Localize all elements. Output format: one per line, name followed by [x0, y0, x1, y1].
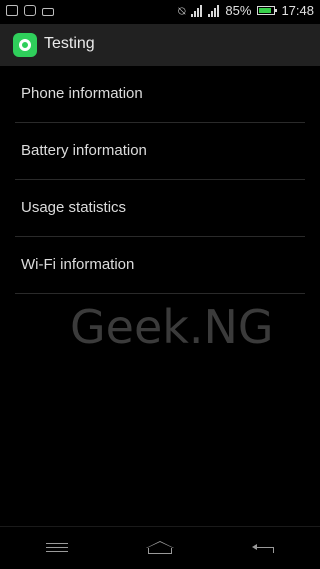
- menu-button[interactable]: [37, 535, 77, 561]
- message-icon: [24, 5, 36, 16]
- list-item-label: Phone information: [21, 85, 143, 102]
- app-icon[interactable]: [13, 33, 37, 57]
- vibrate-icon: ⍉: [178, 3, 186, 18]
- list-item-label: Usage statistics: [21, 199, 127, 216]
- action-bar: Testing: [0, 24, 320, 66]
- battery-icon: [257, 6, 278, 15]
- list-item-label: Battery information: [21, 142, 147, 159]
- back-icon: [252, 542, 276, 554]
- list-item-phone-information[interactable]: Phone information: [15, 66, 305, 123]
- back-button[interactable]: [244, 535, 284, 561]
- system-icons: ⍉ 85% 17:48: [178, 3, 314, 18]
- home-icon: [146, 541, 174, 555]
- home-button[interactable]: [140, 535, 180, 561]
- battery-percent: 85%: [225, 3, 252, 18]
- page-title: Testing: [44, 35, 95, 52]
- screen: ⍉ 85% 17:48 Testing Phone information Ba…: [0, 0, 320, 569]
- settings-list: Phone information Battery information Us…: [0, 66, 320, 294]
- battery-small-icon: [42, 7, 54, 16]
- gear-icon: [19, 39, 31, 51]
- list-item-wifi-information[interactable]: Wi-Fi information: [15, 237, 305, 294]
- watermark: Geek.NG: [70, 300, 274, 354]
- clock: 17:48: [281, 3, 314, 18]
- signal-icon: [191, 4, 203, 17]
- menu-icon: [46, 543, 68, 553]
- status-bar: ⍉ 85% 17:48: [0, 0, 320, 24]
- signal-icon-2: [208, 4, 220, 17]
- battery-fill: [259, 8, 272, 13]
- list-item-usage-statistics[interactable]: Usage statistics: [15, 180, 305, 237]
- navigation-bar: [0, 526, 320, 569]
- notification-icons: [6, 5, 54, 16]
- list-item-label: Wi-Fi information: [21, 256, 135, 273]
- list-item-battery-information[interactable]: Battery information: [15, 123, 305, 180]
- gallery-icon: [6, 5, 18, 16]
